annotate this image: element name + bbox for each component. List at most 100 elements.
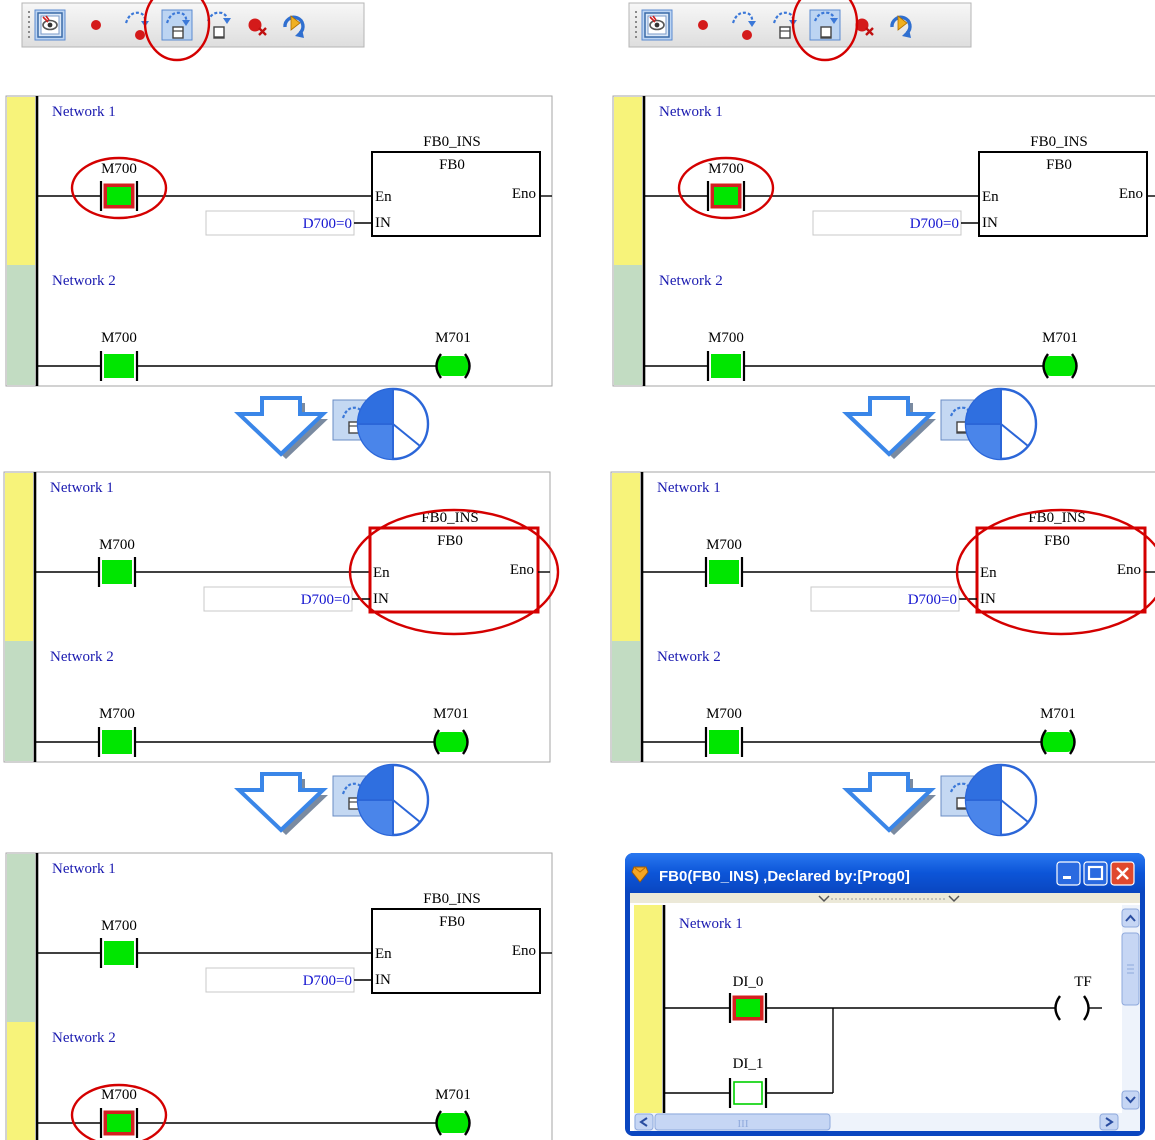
network1-bar [612,473,640,641]
fb-en-pin: En [980,565,997,581]
fb-in-pin: IN [982,215,998,231]
step-indicator [234,387,430,461]
contact-m700[interactable] [99,936,139,970]
fb-name: FB0 [1046,157,1072,173]
fb-name: FB0 [439,914,465,930]
coil-m701[interactable] [1039,728,1077,756]
network1-bar [7,97,35,265]
step-indicator [234,763,430,837]
network2-label: Network 2 [52,273,116,289]
network2-bar [7,265,35,385]
contact-m700[interactable] [706,179,746,213]
contact-label: DI_1 [733,1056,764,1072]
coil-label: M701 [435,1087,471,1103]
down-arrow-icon [842,772,936,835]
network2-label: Network 2 [50,649,114,665]
contact-label: M700 [99,537,135,553]
debug-toolbar [21,0,365,62]
monitor-icon[interactable] [644,12,670,38]
network2-label: Network 2 [52,1030,116,1046]
coil-label: M701 [1042,330,1078,346]
fb-instance-label: FB0_INS [1030,134,1088,150]
contact-m700[interactable] [704,555,744,589]
fb-popup-window: FB0(FB0_INS) ,Declared by:[Prog0] Network… [625,853,1145,1136]
network2-label: Network 2 [659,273,723,289]
fb-eno-pin: Eno [512,186,536,202]
debug-toolbar [628,0,972,62]
fb-name: FB0 [439,157,465,173]
coil-label: M701 [433,706,469,722]
contact-m700[interactable] [706,349,746,383]
contact-label: M700 [706,537,742,553]
coil-m701[interactable] [432,728,470,756]
scroll-grip: III [738,1118,749,1130]
breakpoint-icon[interactable] [698,20,708,30]
down-arrow-icon [842,396,936,459]
ladder-panel: Network 1M700FB0_INSFB0En EnoIND700=0Netw… [5,95,553,387]
network1-label: Network 1 [657,480,721,496]
progress-pie-icon [964,387,1038,461]
horizontal-scrollbar[interactable]: III [634,1113,1140,1131]
network1-label: Network 1 [50,480,114,496]
d700-value: D700=0 [910,216,959,232]
maximize-button[interactable] [1083,861,1108,886]
ladder-panel: Network 1M700FB0_INSFB0En EnoIND700=0Netw… [612,95,1155,387]
vertical-scrollbar[interactable] [1121,905,1140,1113]
down-arrow-icon [234,772,328,835]
contact-label: DI_0 [733,974,764,990]
ladder-panel: Network 1M700FB0_INSFB0En EnoIND700=0Netw… [5,852,553,1140]
contact-label: M700 [99,706,135,722]
fb-instance-label: FB0_INS [423,891,481,907]
down-arrow-icon [234,396,328,459]
fb-in-pin: IN [375,972,391,988]
debug-step-diagram: Network 1 M700 FB0_INS FB0 En Eno IN D700=0 Netw… [3,0,1155,1140]
contact-m700[interactable] [97,725,137,759]
coil-m701[interactable] [434,352,472,380]
contact-m700[interactable] [99,179,139,213]
coil-label: M701 [435,330,471,346]
monitor-icon[interactable] [37,12,63,38]
progress-pie-icon [356,763,430,837]
network1-label: Network 1 [52,861,116,877]
contact-label: M700 [101,161,137,177]
coil-m701[interactable] [434,1109,472,1137]
fb-instance-label: FB0_INS [423,134,481,150]
fb-name: FB0 [1044,533,1070,549]
network1-label: Network 1 [52,104,116,120]
contact-label: M700 [706,706,742,722]
minimize-icon [1063,876,1071,879]
contact-m700[interactable] [97,555,137,589]
network2-bar [5,641,33,761]
coil-label: M701 [1040,706,1076,722]
contact-m700[interactable] [99,1106,139,1140]
breakpoint-icon[interactable] [91,20,101,30]
contact-m700[interactable] [99,349,139,383]
ladder-panel: Network 1M700FB0_INSFB0En EnoIND700=0Netw… [3,471,560,763]
step-indicator [842,763,1038,837]
fb-in-pin: IN [980,591,996,607]
network1-label: Network 1 [659,104,723,120]
minimize-button[interactable] [1056,861,1081,886]
fb-en-pin: En [373,565,390,581]
fb-eno-pin: Eno [510,562,534,578]
contact-di0[interactable] [728,991,768,1025]
contact-label: M700 [101,330,137,346]
window-title: FB0(FB0_INS) ,Declared by:[Prog0] [659,868,910,885]
progress-pie-icon [964,763,1038,837]
contact-m700[interactable] [704,725,744,759]
network1-bar [614,97,642,265]
progress-pie-icon [356,387,430,461]
contact-di1[interactable] [728,1078,768,1108]
fb-eno-pin: Eno [1119,186,1143,202]
coil-m701[interactable] [1041,352,1079,380]
fb-name: FB0 [437,533,463,549]
coil-tf[interactable] [1054,995,1090,1021]
network1-bar [5,473,33,641]
fb-en-pin: En [375,189,392,205]
ladder-panel: Network 1M700FB0_INSFB0En EnoIND700=0Netw… [610,471,1155,763]
d700-value: D700=0 [303,216,352,232]
contact-label: M700 [101,1087,137,1103]
close-button[interactable] [1110,861,1135,886]
fb-in-pin: IN [373,591,389,607]
network1-bar [634,905,662,1113]
